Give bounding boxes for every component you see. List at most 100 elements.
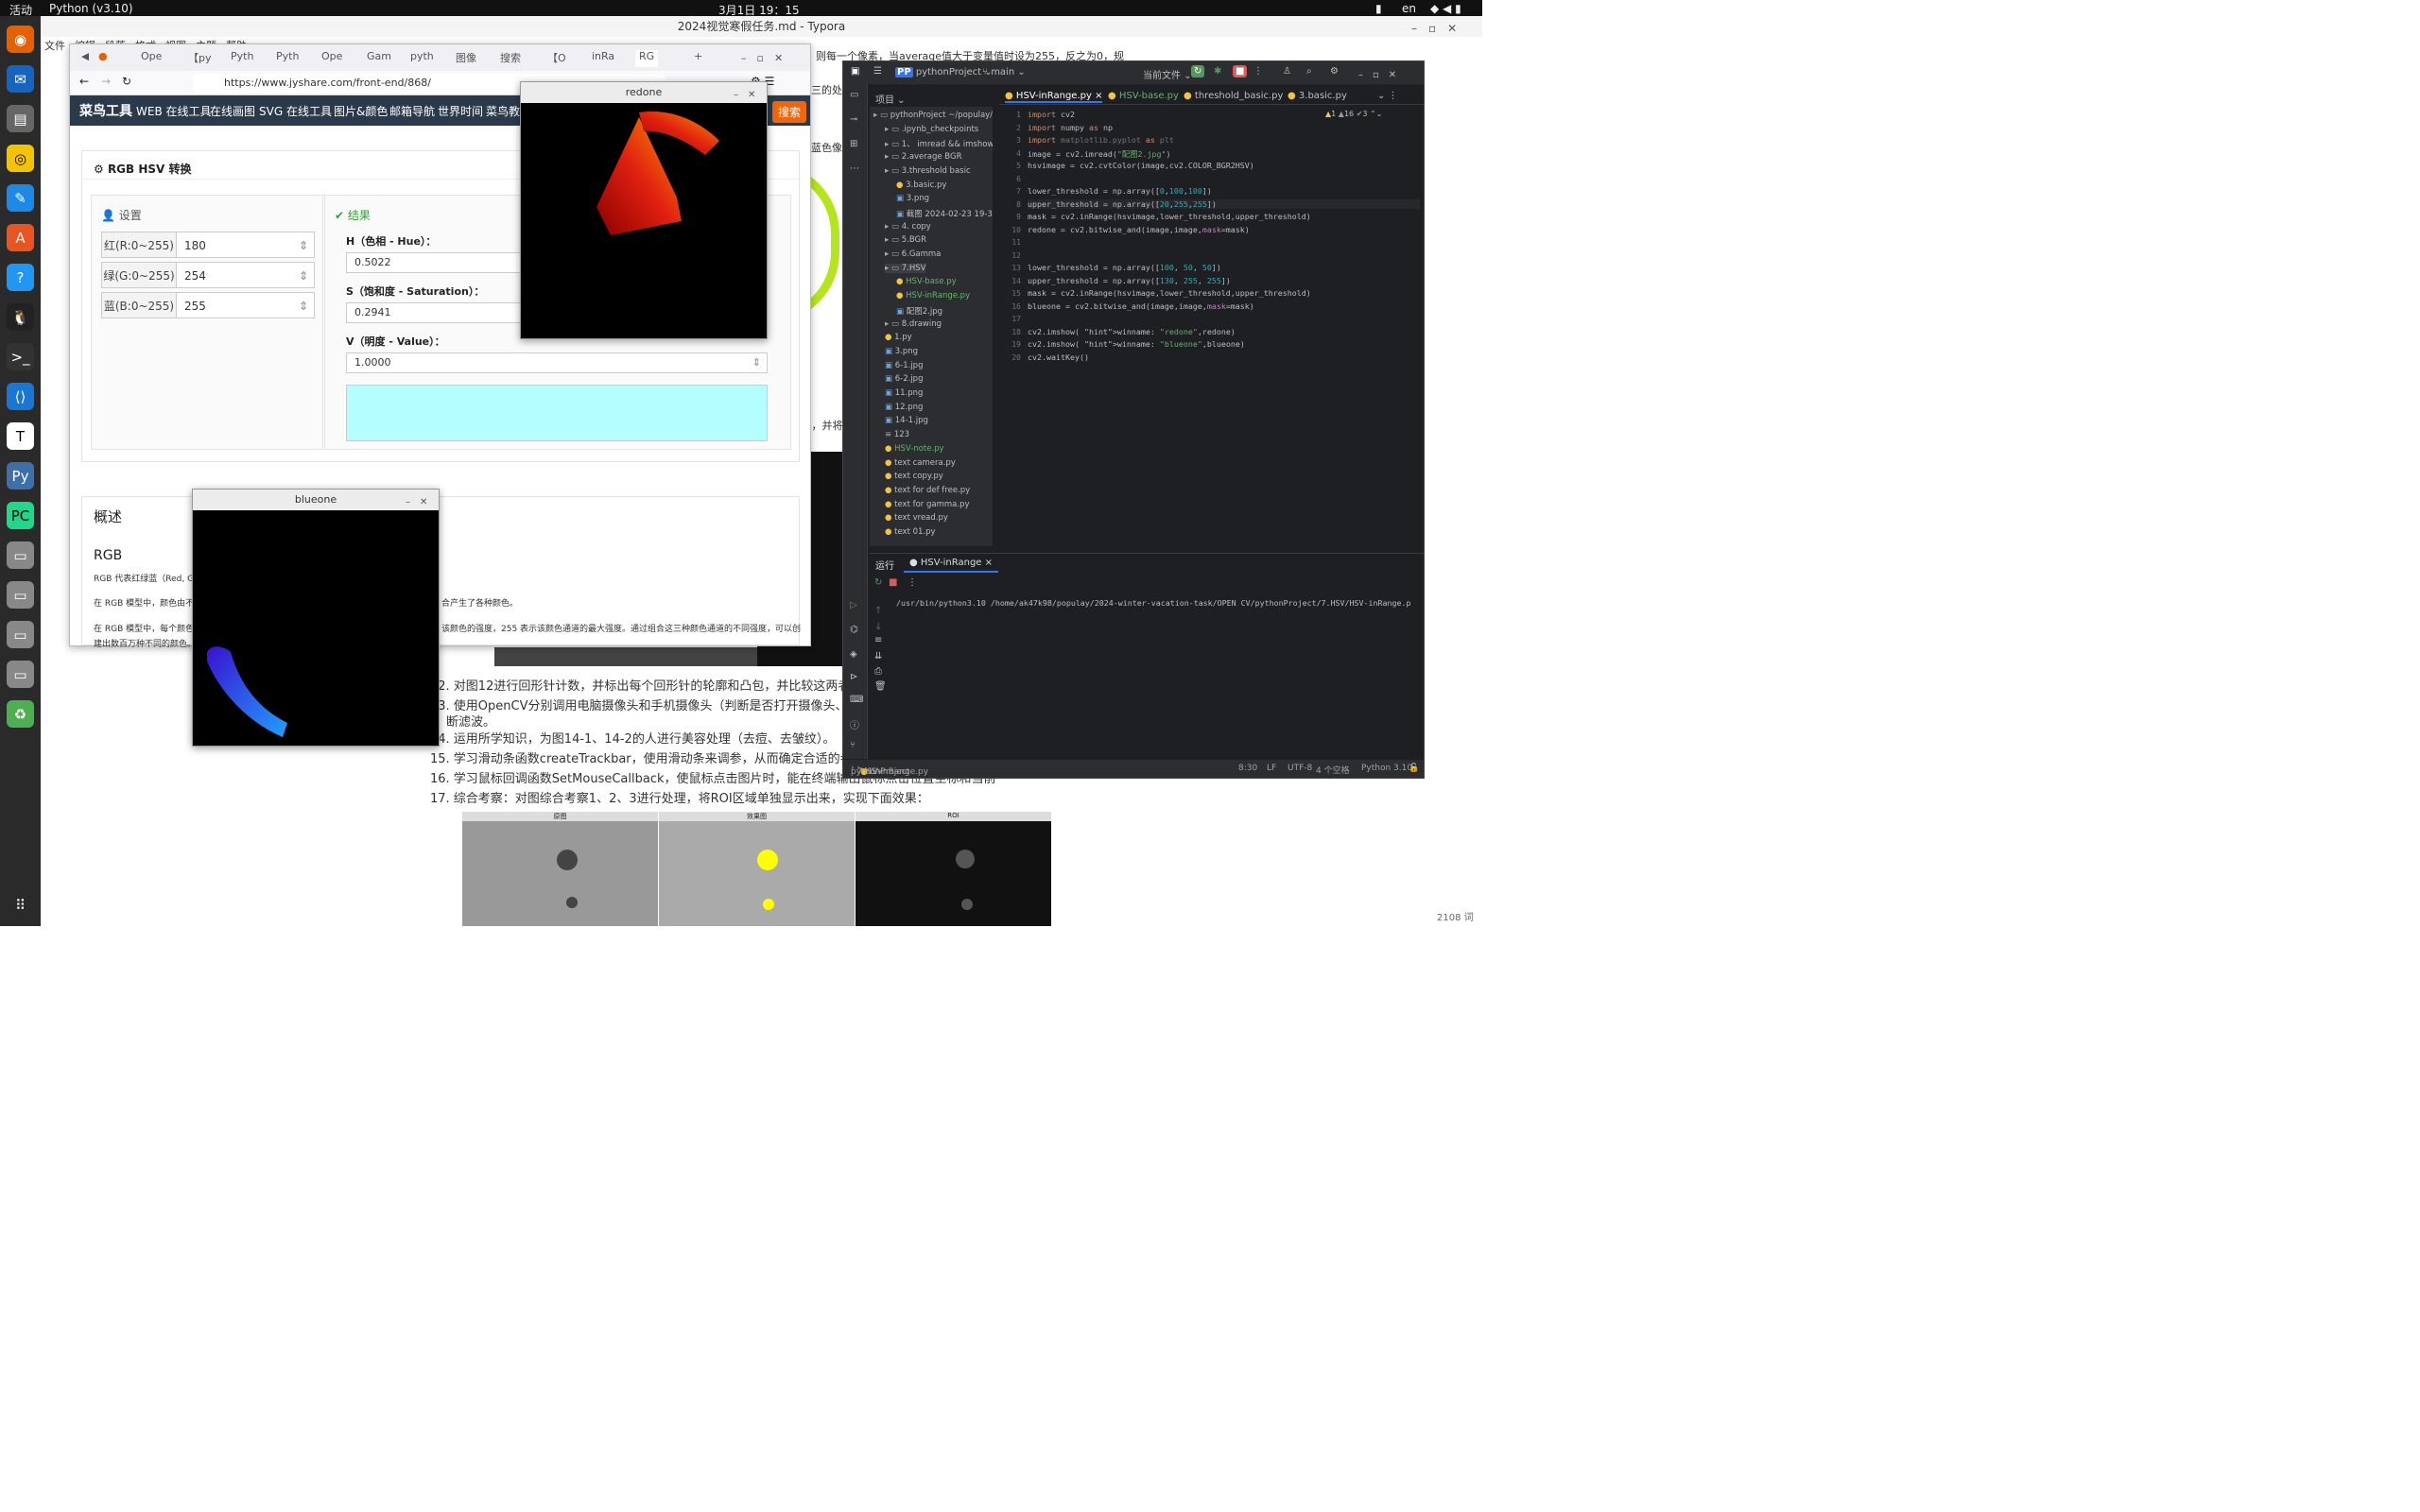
code-line[interactable]: image = cv2.imread("配图2.jpg") — [1028, 148, 1170, 160]
terminal-tool-icon[interactable]: ⌨ — [850, 695, 863, 705]
site-nav-item[interactable]: 图片&颜色 — [334, 103, 388, 119]
site-nav-item[interactable]: 在线画图 — [210, 103, 255, 119]
more-tools-icon[interactable]: ⋯ — [850, 163, 859, 174]
stop-button[interactable]: ■ — [1233, 65, 1248, 77]
tree-folder[interactable]: ▸ ▭ pythonProject ~/populay/20 — [873, 111, 993, 120]
run-output[interactable]: /usr/bin/python3.10 /home/ak47k98/popula… — [896, 598, 1421, 608]
browser-tab[interactable]: 搜索 — [500, 50, 521, 67]
rhythmbox-icon[interactable]: ◎ — [7, 145, 34, 172]
editor-tab-active[interactable]: ● HSV-inRange.py × — [1005, 91, 1103, 103]
tree-file[interactable]: ≡ 123 — [885, 430, 909, 439]
tabs-dropdown-icon[interactable]: ⌄ ⋮ — [1377, 91, 1398, 101]
back-icon[interactable]: ◀ — [81, 50, 89, 67]
code-line[interactable]: blueone = cv2.bitwise_and(image,image,ma… — [1028, 301, 1254, 311]
terminal-icon[interactable]: >_ — [7, 343, 34, 370]
files-icon[interactable]: ▤ — [7, 105, 34, 132]
branch-selector[interactable]: ⑂ main ⌄ — [982, 67, 1026, 77]
tree-file[interactable]: ▣ 6-2.jpg — [885, 374, 923, 384]
line-separator[interactable]: LF — [1267, 764, 1276, 773]
rerun-icon[interactable]: ↻ — [874, 577, 882, 588]
run-config-selector[interactable]: 当前文件 ⌄ — [1143, 67, 1192, 81]
tree-file[interactable]: ● HSV-inRange.py — [896, 291, 970, 301]
input-language[interactable]: en — [1402, 2, 1416, 15]
doc-list-item[interactable]: 14. 运用所学知识，为图14-1、14-2的人进行美容处理（去痘、去皱纹）。 — [430, 729, 835, 747]
tree-folder[interactable]: ▸ ▭ 1、 imread && imshow — [885, 138, 993, 149]
thunderbird-icon[interactable]: ✉ — [7, 65, 34, 93]
scroll-end-icon[interactable]: ⇊ — [874, 651, 882, 662]
settings-icon[interactable]: ⚙ — [1330, 66, 1339, 77]
vscode-icon[interactable]: ⟨⟩ — [7, 383, 34, 410]
debug-icon[interactable]: ✱ — [1214, 66, 1221, 77]
more-icon[interactable]: ⋮ — [1253, 66, 1263, 77]
code-line[interactable]: cv2.waitKey() — [1028, 352, 1089, 362]
reload-icon[interactable]: ↻ — [122, 75, 131, 88]
qq-icon[interactable]: 🐧 — [7, 303, 34, 331]
window-controls[interactable]: – ▫ ✕ — [1411, 20, 1457, 36]
indent-setting[interactable]: 4 个空格 — [1316, 764, 1350, 776]
code-line[interactable]: import cv2 — [1028, 110, 1075, 119]
browser-tab[interactable]: pyth — [410, 50, 434, 67]
cursor-position[interactable]: 8:30 — [1238, 764, 1257, 773]
drive-icon[interactable]: ▭ — [7, 541, 34, 569]
project-selector[interactable]: PP pythonProject ⌄ — [895, 67, 993, 77]
tree-file[interactable]: ● text 01.py — [885, 527, 936, 537]
wifi-icon[interactable]: ◆ ◀ ▮ — [1430, 2, 1461, 15]
tree-file[interactable]: ● text copy.py — [885, 472, 943, 481]
app-center-icon[interactable]: A — [7, 224, 34, 251]
browser-tab[interactable]: Pyth — [276, 50, 299, 67]
python-icon[interactable]: Py — [7, 462, 34, 490]
profile-icon[interactable]: ♙ — [1283, 66, 1291, 77]
drive-icon[interactable]: ▭ — [7, 621, 34, 648]
code-line[interactable]: import matplotlib.pyplot as plt — [1028, 135, 1174, 145]
site-nav-item[interactable]: SVG 在线工具 — [259, 103, 332, 119]
blue-input[interactable]: 255 ⇕ — [176, 292, 315, 318]
editor-tab[interactable]: ● 3.basic.py — [1288, 91, 1347, 101]
code-line[interactable]: upper_threshold = np.array([20,255,255]) — [1028, 198, 1420, 209]
tree-file[interactable]: ● text camera.py — [885, 458, 956, 468]
green-input[interactable]: 254 ⇕ — [176, 262, 315, 288]
tree-file[interactable]: ▣ 11.png — [885, 388, 923, 398]
tree-file[interactable]: ▣ 3.png — [896, 194, 929, 203]
tree-file[interactable]: ● text for def free.py — [885, 486, 970, 495]
project-tool-icon[interactable]: ▭ — [850, 90, 858, 100]
project-panel-label[interactable]: 项目 ⌄ — [875, 92, 906, 106]
red-input[interactable]: 180 ⇕ — [176, 232, 315, 258]
problems-icon[interactable]: ⓘ — [850, 717, 859, 731]
inspection-widget[interactable]: ▲1 ▲16 ✔3 ⌃⌄ — [1325, 110, 1382, 118]
scroll-down-icon[interactable]: ↓ — [874, 622, 882, 632]
code-line[interactable]: import numpy as np — [1028, 123, 1113, 132]
browser-tab[interactable]: 【O — [547, 50, 566, 67]
window-controls[interactable]: – ▫ ✕ — [1358, 66, 1396, 80]
tree-folder[interactable]: ▸ ▭ .ipynb_checkpoints — [885, 125, 978, 134]
browser-tab[interactable]: inRa — [592, 50, 614, 67]
value-output[interactable]: 1.0000 ⇕ — [346, 352, 768, 373]
commit-tool-icon[interactable]: ⊸ — [850, 114, 857, 125]
window-controls[interactable]: – ✕ — [406, 493, 427, 507]
browser-tab[interactable]: Gam — [367, 50, 391, 67]
main-menu-icon[interactable]: ☰ — [873, 66, 882, 77]
file-encoding[interactable]: UTF-8 — [1288, 764, 1312, 773]
trash-icon[interactable]: ♻ — [7, 700, 34, 728]
more-icon[interactable]: ⋮ — [908, 577, 917, 588]
browser-tab-active[interactable]: RG — [635, 50, 659, 67]
python-console-icon[interactable]: ⌬ — [850, 625, 858, 635]
code-editor[interactable]: ▲1 ▲16 ✔3 ⌃⌄ 1 import cv2 2 import numpy as… — [999, 107, 1424, 546]
tree-file[interactable]: ● HSV-base.py — [896, 277, 957, 286]
tree-folder[interactable]: ▸ ▭ 2.average BGR — [885, 152, 962, 162]
code-line[interactable]: mask = cv2.inRange(hsvimage,lower_thresh… — [1028, 288, 1311, 298]
site-nav-item[interactable]: 世界时间 — [438, 103, 483, 119]
window-controls[interactable]: – ▫ ✕ — [741, 50, 783, 67]
tree-folder[interactable]: ▸ ▭ 5.BGR — [885, 235, 926, 245]
tree-file[interactable]: ● text vread.py — [885, 513, 948, 523]
notification-icon[interactable]: ▮ — [1375, 2, 1382, 15]
tree-folder[interactable]: ▸ ▭ 7.HSV — [885, 263, 926, 273]
tree-file[interactable]: ▣ 截图 2024-02-23 19-3 — [896, 208, 993, 219]
firefox-icon[interactable]: ◉ — [7, 26, 34, 53]
interpreter[interactable]: Python 3.10 — [1361, 764, 1412, 773]
editor-tab[interactable]: ● HSV-base.py — [1108, 91, 1179, 101]
tree-file[interactable]: ● text for gamma.py — [885, 500, 970, 509]
doc-list-item-cont[interactable]: 断滤波。 — [446, 712, 495, 730]
drive-icon[interactable]: ▭ — [7, 661, 34, 688]
tree-file[interactable]: ● 1.py — [885, 333, 912, 342]
tree-folder[interactable]: ▸ ▭ 6.Gamma — [885, 249, 941, 259]
